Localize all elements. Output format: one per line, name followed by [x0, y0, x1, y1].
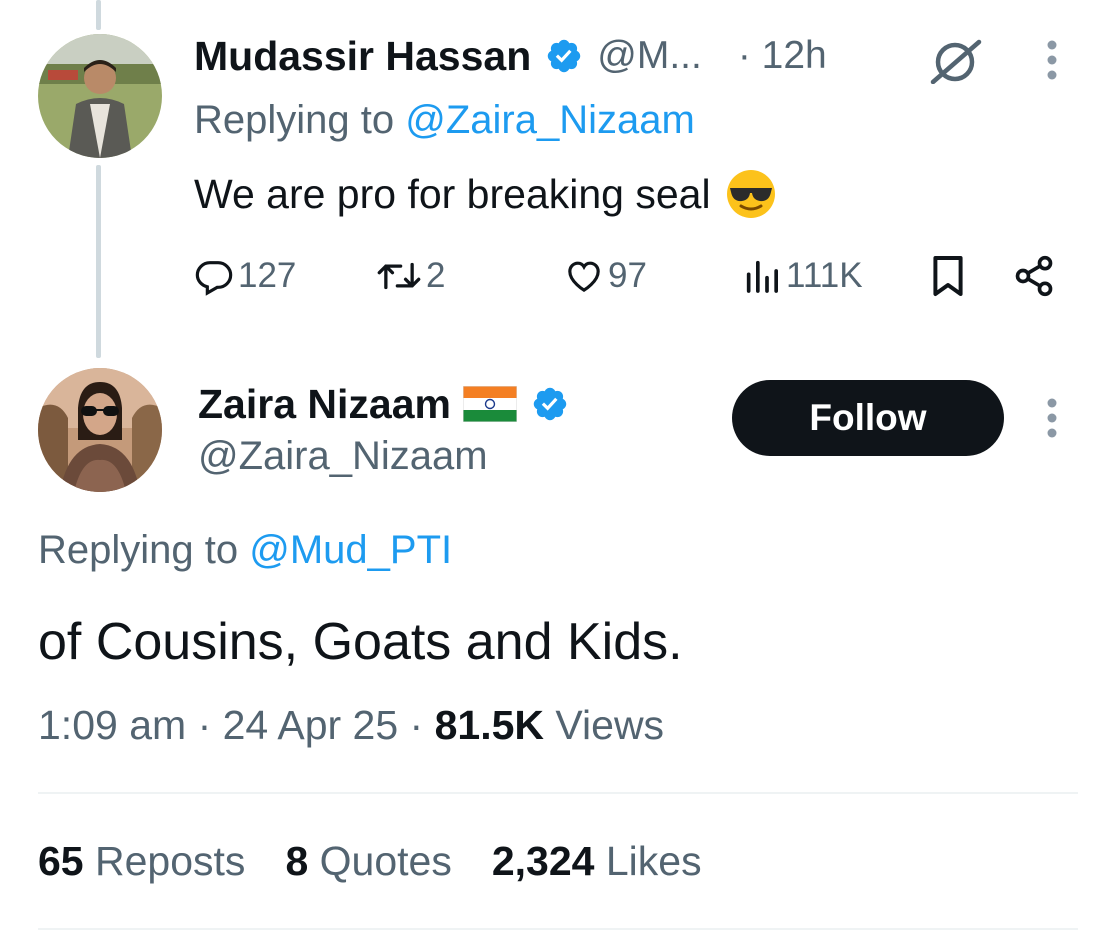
replying-to-line: Replying to @Zaira_Nizaam — [194, 98, 695, 143]
verified-badge-icon — [533, 387, 567, 421]
reply-tweet-header: Mudassir Hassan @M... · 12h — [194, 28, 827, 84]
likes-stat[interactable]: 2,324 Likes — [492, 838, 702, 885]
quotes-stat[interactable]: 8 Quotes — [285, 838, 451, 885]
verified-badge-icon — [548, 39, 581, 73]
author-name[interactable]: Mudassir Hassan — [194, 33, 531, 80]
repost-icon — [377, 262, 421, 290]
follow-button[interactable]: Follow — [732, 380, 1004, 456]
main-tweet-header: Zaira Nizaam — [198, 378, 569, 430]
replying-to-prefix: Replying to — [194, 98, 406, 142]
tweet-thread: Mudassir Hassan @M... · 12h Replying to … — [0, 0, 1116, 931]
avatar-mudassir-hassan[interactable] — [38, 34, 162, 158]
view-count: 111K — [786, 256, 863, 295]
replying-to-line: Replying to @Mud_PTI — [38, 528, 452, 573]
more-options-icon[interactable] — [1046, 398, 1058, 438]
views-button[interactable]: 111K — [742, 250, 863, 302]
thread-connector-top — [96, 0, 101, 30]
tweet-body: We are pro for breaking seal — [194, 170, 711, 217]
bookmark-button[interactable] — [930, 250, 966, 302]
replying-to-link[interactable]: @Zaira_Nizaam — [405, 98, 695, 142]
grok-icon[interactable] — [925, 38, 985, 84]
thread-connector — [96, 165, 101, 358]
reply-tweet-actions: 127 2 97 111K — [194, 250, 1064, 302]
separator-dot: · — [409, 702, 435, 748]
tweet-time[interactable]: 1:09 am — [38, 702, 186, 748]
sunglasses-emoji-icon — [726, 170, 775, 218]
reply-tweet-text: We are pro for breaking seal — [194, 168, 777, 220]
share-button[interactable] — [1012, 250, 1056, 302]
reposts-label: Reposts — [95, 838, 246, 884]
tweet-date[interactable]: 24 Apr 25 — [223, 702, 399, 748]
likes-count: 2,324 — [491, 838, 595, 884]
views-count: 81.5K — [434, 702, 545, 748]
divider — [38, 792, 1078, 794]
engagement-stats: 65 Reposts 8 Quotes 2,324 Likes — [38, 838, 742, 885]
avatar-zaira-nizaam[interactable] — [38, 368, 162, 492]
tweet-metadata: 1:09 am · 24 Apr 25 · 81.5K Views — [38, 702, 664, 749]
india-flag-icon — [462, 386, 517, 422]
heart-icon — [568, 261, 600, 293]
more-options-icon[interactable] — [1046, 40, 1058, 80]
tweet-time[interactable]: · 12h — [738, 34, 827, 78]
like-count: 97 — [608, 256, 647, 295]
repost-button[interactable]: 2 — [376, 250, 445, 302]
repost-count: 2 — [426, 256, 446, 295]
reposts-count: 65 — [38, 838, 84, 884]
quotes-count: 8 — [285, 838, 309, 884]
author-handle[interactable]: @Zaira_Nizaam — [198, 434, 488, 479]
views-label: Views — [555, 702, 665, 748]
reply-button[interactable]: 127 — [194, 250, 296, 302]
divider — [38, 928, 1078, 930]
reply-count: 127 — [238, 256, 297, 295]
quotes-label: Quotes — [319, 838, 452, 884]
replying-to-prefix: Replying to — [38, 528, 250, 572]
tweet-body: of Cousins, Goats and Kids. — [38, 613, 683, 671]
share-icon — [1015, 255, 1053, 297]
likes-label: Likes — [605, 838, 702, 884]
reposts-stat[interactable]: 65 Reposts — [38, 838, 245, 885]
reply-icon — [195, 261, 233, 296]
like-button[interactable]: 97 — [564, 250, 647, 302]
bookmark-icon — [933, 256, 963, 296]
author-name[interactable]: Zaira Nizaam — [198, 381, 451, 428]
separator-dot: · — [197, 702, 223, 748]
author-handle[interactable]: @M... — [597, 34, 702, 78]
replying-to-link[interactable]: @Mud_PTI — [249, 528, 452, 572]
views-chart-icon — [746, 260, 778, 293]
